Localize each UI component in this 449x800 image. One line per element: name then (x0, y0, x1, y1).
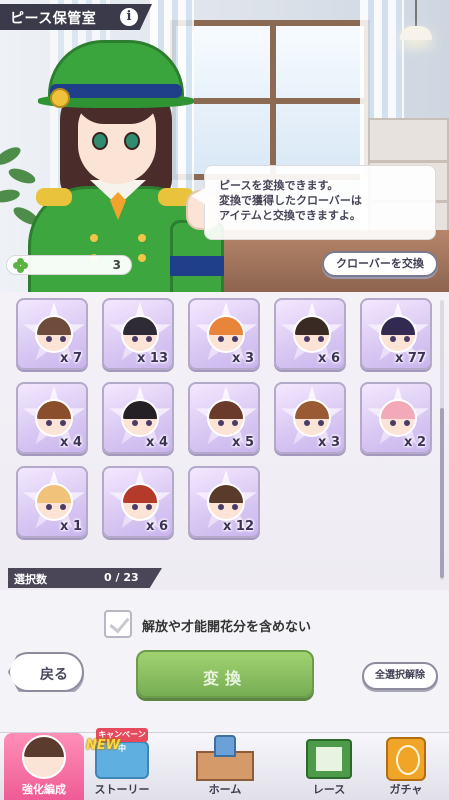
character-portrait (121, 315, 159, 353)
piece-card[interactable]: x 3 (274, 382, 346, 454)
piece-count: x 5 (232, 435, 254, 450)
exclude-checkbox[interactable] (104, 610, 132, 638)
character-portrait (35, 483, 73, 521)
piece-count: x 3 (232, 351, 254, 366)
selection-count: 0 / 23 (104, 571, 139, 584)
piece-count: x 4 (60, 435, 82, 450)
clover-count: 3 (112, 258, 121, 272)
piece-card[interactable]: x 7 (16, 298, 88, 370)
dialog-line: アイテムと交換できますよ。 (219, 209, 361, 222)
piece-card[interactable]: x 77 (360, 298, 432, 370)
character-portrait (207, 483, 245, 521)
character-portrait (379, 399, 417, 437)
assistant-character (20, 20, 224, 292)
nav-label: 強化編成 (22, 783, 66, 796)
piece-card[interactable]: x 1 (16, 466, 88, 538)
ceiling-lamp (396, 0, 436, 44)
convert-label: 変換 (202, 669, 247, 688)
piece-card[interactable]: x 4 (16, 382, 88, 454)
piece-count: x 2 (404, 435, 426, 450)
piece-count: x 6 (146, 519, 168, 534)
character-portrait (293, 315, 331, 353)
selection-counter: 選択数 0 / 23 (8, 568, 162, 588)
character-portrait (35, 315, 73, 353)
character-portrait (379, 315, 417, 353)
character-scene: ピース保管室 i ピースを変換できます。 変換で獲得したクローバーは アイテムと… (0, 0, 449, 292)
clover-icon (13, 258, 29, 274)
back-label: 戻る (40, 667, 68, 683)
nav-label: レース (312, 783, 346, 796)
convert-button[interactable]: 変換 (136, 650, 314, 698)
piece-card[interactable]: x 12 (188, 466, 260, 538)
piece-count: x 12 (222, 519, 254, 534)
selection-label: 選択数 (14, 573, 47, 586)
character-portrait (35, 399, 73, 437)
character-portrait (121, 483, 159, 521)
dialog-line: ピースを変換できます。 (219, 179, 339, 192)
exclude-label: 解放や才能開花分を含めない (142, 620, 312, 635)
speech-bubble: ピースを変換できます。 変換で獲得したクローバーは アイテムと交換できますよ。 (191, 165, 436, 240)
nav-item-team[interactable]: 強化編成 (4, 733, 84, 800)
page-header: ピース保管室 i (0, 4, 152, 30)
character-portrait (293, 399, 331, 437)
piece-count: x 7 (60, 351, 82, 366)
piece-count: x 3 (318, 435, 340, 450)
piece-count: x 4 (146, 435, 168, 450)
piece-card[interactable]: x 3 (188, 298, 260, 370)
piece-card[interactable]: x 6 (274, 298, 346, 370)
dialog-line: 変換で獲得したクローバーは (219, 194, 362, 207)
scrollbar-thumb[interactable] (440, 408, 444, 578)
deselect-all-button[interactable]: 全選択解除 (362, 662, 438, 690)
piece-card[interactable]: x 2 (360, 382, 432, 454)
character-portrait (121, 399, 159, 437)
nav-label: ホーム (208, 783, 242, 796)
clover-exchange-button[interactable]: クローバーを交換 (322, 251, 438, 277)
piece-count: x 77 (394, 351, 426, 366)
character-portrait (207, 315, 245, 353)
info-icon[interactable]: i (120, 8, 138, 26)
piece-count: x 6 (318, 351, 340, 366)
nav-label: ガチャ (389, 783, 423, 796)
team-icon (22, 735, 66, 779)
race-icon (306, 739, 352, 779)
nav-item-gacha[interactable]: ガチャ (368, 733, 444, 800)
page-title: ピース保管室 (10, 11, 97, 27)
nav-label: ストーリー (94, 783, 150, 796)
nav-item-home[interactable]: ホーム (160, 733, 290, 800)
bottom-nav: 強化編成 ストーリー ホーム レース ガチャ (0, 732, 449, 800)
nav-item-race[interactable]: レース (292, 733, 366, 800)
gacha-icon (386, 737, 426, 781)
piece-card[interactable]: x 13 (102, 298, 174, 370)
piece-count: x 1 (60, 519, 82, 534)
new-badge: NEW (86, 738, 121, 753)
character-portrait (207, 399, 245, 437)
piece-card[interactable]: x 6 (102, 466, 174, 538)
back-button[interactable]: 戻る (8, 652, 84, 692)
piece-card[interactable]: x 5 (188, 382, 260, 454)
piece-card[interactable]: x 4 (102, 382, 174, 454)
piece-count: x 13 (136, 351, 168, 366)
home-icon (192, 733, 258, 783)
clover-counter: 3 (6, 255, 132, 275)
